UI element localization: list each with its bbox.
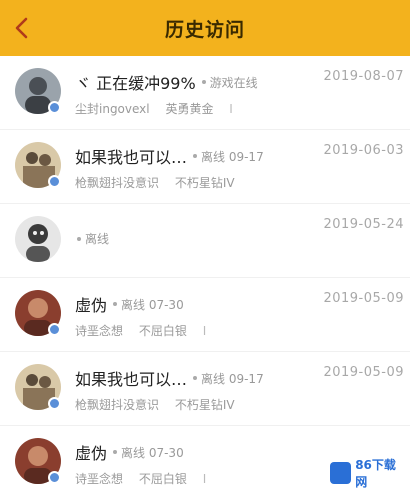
gender-badge bbox=[48, 471, 61, 484]
visit-date: 2019-05-24 bbox=[323, 217, 404, 232]
rank: 不朽星钻IV bbox=[174, 176, 235, 190]
visitor-list: ヾ 正在缓冲99% 游戏在线 2019-08-07 尘封ingovexl 英勇黄… bbox=[0, 56, 410, 496]
game-id: 尘封ingovexl bbox=[75, 102, 150, 116]
gender-badge bbox=[48, 323, 61, 336]
rank: 英勇黄金 bbox=[165, 102, 214, 116]
page-title: 历史访问 bbox=[164, 18, 245, 41]
status-dot bbox=[201, 80, 206, 84]
status-dot bbox=[113, 302, 118, 306]
rank: 不朽星钻IV bbox=[174, 398, 235, 412]
online-status: 离线 07-30 bbox=[121, 297, 184, 312]
online-status: 离线 09-17 bbox=[201, 371, 264, 386]
visit-date: 2019-05-09 bbox=[323, 291, 404, 306]
nickname: ヾ 正在缓冲99% bbox=[75, 74, 196, 93]
game-id: 枪飘翅抖没意识 bbox=[75, 398, 160, 412]
online-status: 离线 bbox=[85, 232, 110, 246]
nickname: 如果我也可以… bbox=[75, 148, 188, 167]
visit-date: 2019-08-07 bbox=[323, 69, 404, 84]
rank-separator: I bbox=[202, 324, 207, 338]
visit-date: 2019-05-09 bbox=[323, 365, 404, 380]
status-dot bbox=[113, 450, 118, 454]
game-id: 枪飘翅抖没意识 bbox=[75, 176, 160, 190]
gender-badge bbox=[48, 175, 61, 188]
list-item[interactable]: ヾ 正在缓冲99% 游戏在线 2019-08-07 尘封ingovexl 英勇黄… bbox=[0, 56, 410, 130]
site-logo-icon bbox=[330, 462, 352, 484]
game-info: 诗垩念想 不屈白银 I bbox=[75, 322, 206, 339]
game-info: 枪飘翅抖没意识 不朽星钻IV bbox=[75, 396, 247, 413]
game-id: 诗垩念想 bbox=[75, 472, 124, 486]
gender-badge bbox=[48, 101, 61, 114]
title-bar: 历史访问 bbox=[0, 0, 410, 56]
nickname: 虚伪 bbox=[75, 444, 108, 463]
rank: 不屈白银 bbox=[138, 324, 187, 338]
list-item[interactable]: 虚伪 离线 07-30 2019-05-09 诗垩念想 不屈白银 I bbox=[0, 278, 410, 352]
watermark-text: 86下载网 bbox=[355, 458, 396, 489]
rank-separator: I bbox=[202, 472, 207, 486]
game-id: 诗垩念想 bbox=[75, 324, 124, 338]
gender-badge bbox=[48, 397, 61, 410]
avatar-image bbox=[15, 216, 61, 262]
chevron-left-icon bbox=[15, 17, 28, 39]
site-watermark: 86下载网 bbox=[326, 456, 406, 490]
status-dot bbox=[77, 236, 81, 241]
online-status: 离线 07-30 bbox=[121, 445, 184, 460]
game-info: 枪飘翅抖没意识 不朽星钻IV bbox=[75, 174, 247, 191]
game-info: 尘封ingovexl 英勇黄金 I bbox=[75, 100, 233, 117]
visit-date: 2019-06-03 bbox=[323, 143, 404, 158]
status-dot bbox=[193, 376, 198, 380]
nickname: 虚伪 bbox=[75, 296, 108, 315]
avatar[interactable] bbox=[15, 216, 61, 262]
nickname: 如果我也可以… bbox=[75, 370, 188, 389]
rank: 不屈白银 bbox=[138, 472, 187, 486]
online-status: 游戏在线 bbox=[209, 75, 258, 90]
online-status: 离线 09-17 bbox=[201, 149, 264, 164]
list-item[interactable]: 如果我也可以… 离线 09-17 2019-06-03 枪飘翅抖没意识 不朽星钻… bbox=[0, 130, 410, 204]
game-info: 诗垩念想 不屈白银 I bbox=[75, 470, 206, 487]
list-item[interactable]: 如果我也可以… 离线 09-17 2019-05-09 枪飘翅抖没意识 不朽星钻… bbox=[0, 352, 410, 426]
back-button[interactable] bbox=[8, 12, 36, 44]
rank-separator: I bbox=[229, 102, 233, 116]
list-item[interactable]: 离线 2019-05-24 bbox=[0, 204, 410, 278]
status-dot bbox=[193, 154, 198, 158]
